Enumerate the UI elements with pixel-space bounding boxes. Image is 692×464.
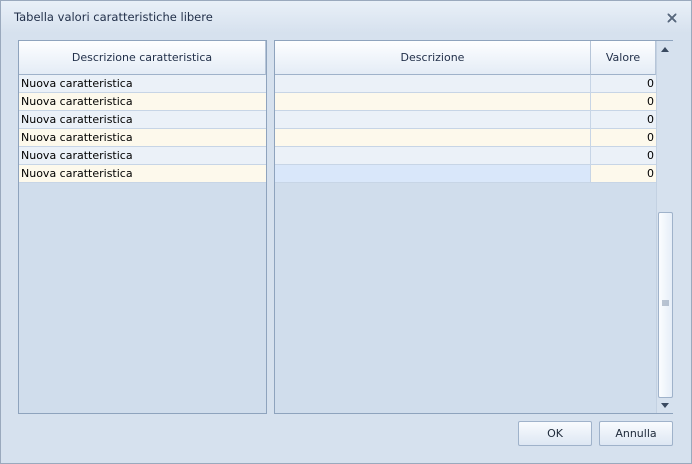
column-header-valore[interactable]: Valore [591, 41, 656, 75]
grip-icon [662, 300, 669, 306]
cancel-button[interactable]: Annulla [599, 421, 673, 446]
scrollbar-thumb[interactable] [658, 212, 673, 398]
column-header-descrizione[interactable]: Descrizione [275, 41, 591, 75]
table-row[interactable]: Nuova caratteristica [19, 129, 266, 147]
descrizione-cell[interactable] [275, 165, 591, 182]
ok-button[interactable]: OK [518, 421, 592, 446]
descrizione-cell[interactable] [275, 111, 591, 128]
descrizione-cell[interactable] [275, 147, 591, 164]
valore-cell[interactable]: 0 [591, 75, 655, 92]
table-row[interactable]: 0 [275, 147, 656, 165]
table-row[interactable]: 0 [275, 75, 656, 93]
valore-cell[interactable]: 0 [591, 147, 655, 164]
table-row[interactable]: Nuova caratteristica [19, 111, 266, 129]
table-row-selected[interactable]: 0 [275, 165, 656, 183]
values-grid[interactable]: Descrizione Valore 0 0 0 0 0 0 [274, 40, 673, 414]
descrizione-cell[interactable] [275, 129, 591, 146]
table-row[interactable]: Nuova caratteristica [19, 75, 266, 93]
table-cell[interactable]: Nuova caratteristica [19, 129, 266, 146]
valore-cell[interactable]: 0 [591, 93, 655, 110]
title-bar[interactable]: Tabella valori caratteristiche libere [1, 1, 691, 33]
table-row[interactable]: 0 [275, 93, 656, 111]
valore-cell[interactable]: 0 [591, 165, 655, 182]
arrow-up-icon[interactable] [657, 42, 673, 58]
table-row[interactable]: 0 [275, 129, 656, 147]
table-cell[interactable]: Nuova caratteristica [19, 93, 266, 110]
close-icon[interactable] [665, 11, 679, 25]
descrizione-cell[interactable] [275, 93, 591, 110]
table-row[interactable]: Nuova caratteristica [19, 147, 266, 165]
table-cell[interactable]: Nuova caratteristica [19, 75, 266, 92]
table-row[interactable]: Nuova caratteristica [19, 165, 266, 183]
table-cell[interactable]: Nuova caratteristica [19, 111, 266, 128]
characteristics-grid[interactable]: Descrizione caratteristica Nuova caratte… [18, 40, 267, 414]
arrow-down-icon[interactable] [657, 397, 673, 413]
window-title: Tabella valori caratteristiche libere [14, 10, 213, 24]
table-row[interactable]: Nuova caratteristica [19, 93, 266, 111]
descrizione-cell[interactable] [275, 75, 591, 92]
vertical-scrollbar[interactable] [656, 41, 673, 413]
table-cell[interactable]: Nuova caratteristica [19, 147, 266, 164]
table-row[interactable]: 0 [275, 111, 656, 129]
valore-cell[interactable]: 0 [591, 111, 655, 128]
valore-cell[interactable]: 0 [591, 129, 655, 146]
column-header-descrizione-caratteristica[interactable]: Descrizione caratteristica [19, 41, 266, 75]
table-cell[interactable]: Nuova caratteristica [19, 165, 266, 182]
